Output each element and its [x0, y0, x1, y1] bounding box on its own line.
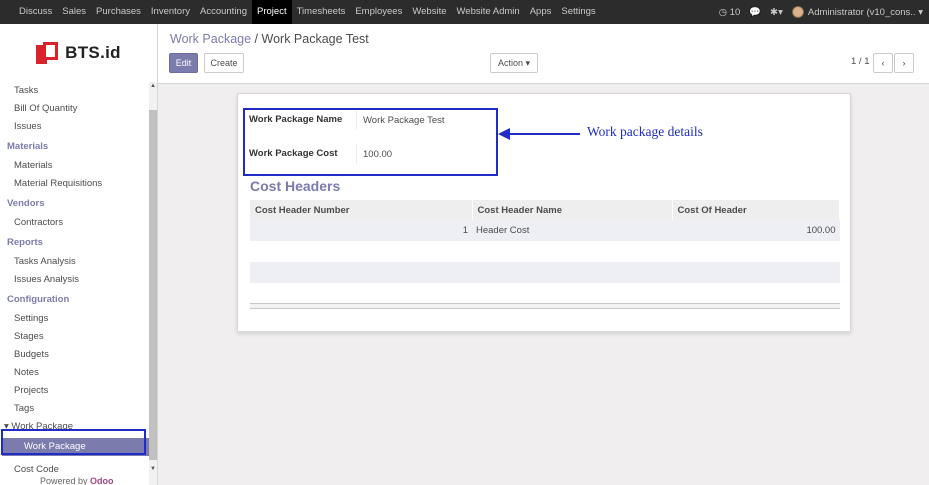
bug-icon[interactable]: ✱▾	[770, 7, 783, 18]
app-menu: Discuss Sales Purchases Inventory Accounting…	[0, 0, 601, 24]
table-row-empty	[250, 262, 840, 283]
powered-by-label: Powered by	[40, 476, 88, 485]
menu-item-apps[interactable]: Apps	[525, 0, 557, 24]
avatar	[791, 6, 804, 18]
caret-down-icon: ▾	[918, 6, 923, 18]
sidebar-item-tasks[interactable]: Tasks	[0, 82, 150, 100]
systray: ◷ 10 💬 ✱▾ Administrator (v10_cons.. ▾	[710, 0, 929, 24]
sidebar-item-tasks-analysis[interactable]: Tasks Analysis	[0, 253, 150, 271]
logo-text: BTS.id	[65, 43, 121, 62]
annotation-highlight-fields	[243, 108, 498, 176]
menu-item-timesheets[interactable]: Timesheets	[292, 0, 351, 24]
cost-of-header-cell: 100.00	[672, 220, 840, 241]
table-footer	[250, 303, 840, 309]
menu-item-website[interactable]: Website	[407, 0, 451, 24]
column-header-cost[interactable]: Cost Of Header	[672, 200, 840, 220]
scroll-down-icon[interactable]: ▼	[149, 465, 157, 473]
menu-item-website-admin[interactable]: Website Admin	[452, 0, 525, 24]
sidebar-header-vendors: Vendors	[7, 198, 45, 209]
sidebar: BTS.id Tasks Bill Of Quantity Issues Materi…	[0, 24, 158, 485]
breadcrumb-current: Work Package Test	[261, 32, 369, 46]
message-count: 10	[729, 6, 741, 18]
menu-item-inventory[interactable]: Inventory	[146, 0, 195, 24]
sidebar-nav: Tasks Bill Of Quantity Issues Materials Mate…	[0, 82, 150, 479]
user-name: Administrator (v10_cons..	[807, 6, 916, 18]
action-label: Action	[497, 58, 523, 68]
sidebar-scrollbar-thumb[interactable]	[149, 110, 157, 460]
clock-icon: ◷	[718, 6, 728, 18]
sidebar-item-material-requisitions[interactable]: Material Requisitions	[0, 175, 150, 193]
pager-previous-button[interactable]: ‹	[873, 53, 893, 73]
sidebar-item-notes[interactable]: Notes	[0, 364, 150, 382]
sidebar-item-projects[interactable]: Projects	[0, 382, 150, 400]
user-menu[interactable]: Administrator (v10_cons.. ▾	[791, 6, 923, 18]
sidebar-item-bill-of-quantity[interactable]: Bill Of Quantity	[0, 100, 150, 118]
breadcrumb: Work Package / Work Package Test	[170, 32, 369, 46]
sidebar-item-settings[interactable]: Settings	[0, 310, 150, 328]
chat-icon[interactable]: 💬	[749, 7, 761, 18]
menu-item-purchases[interactable]: Purchases	[91, 0, 146, 24]
table-row-empty	[250, 241, 840, 262]
menu-item-discuss[interactable]: Discuss	[14, 0, 57, 24]
sidebar-header-reports: Reports	[7, 237, 43, 248]
menu-item-sales[interactable]: Sales	[57, 0, 91, 24]
cost-headers-title: Cost Headers	[250, 178, 341, 194]
powered-by: Powered by Odoo	[40, 476, 114, 485]
menu-item-settings[interactable]: Settings	[556, 0, 600, 24]
column-header-name[interactable]: Cost Header Name	[472, 200, 673, 220]
cost-headers-table: Cost Header Number Cost Header Name Cost…	[250, 200, 840, 283]
sidebar-item-issues[interactable]: Issues	[0, 118, 150, 136]
menu-item-project[interactable]: Project	[252, 0, 292, 24]
annotation-highlight-menu	[1, 429, 146, 455]
create-button[interactable]: Create	[204, 53, 244, 73]
annotation-arrow-icon	[498, 128, 580, 140]
sidebar-header-materials: Materials	[7, 141, 49, 152]
chevron-left-icon: ‹	[881, 58, 885, 68]
action-dropdown[interactable]: Action ▾	[490, 53, 538, 73]
table-header-row: Cost Header Number Cost Header Name Cost…	[250, 200, 840, 220]
scroll-up-icon[interactable]: ▲	[149, 82, 157, 90]
activity-indicator[interactable]: ◷ 10	[719, 7, 741, 18]
sidebar-item-stages[interactable]: Stages	[0, 328, 150, 346]
sidebar-item-tags[interactable]: Tags	[0, 400, 150, 418]
sidebar-item-issues-analysis[interactable]: Issues Analysis	[0, 271, 150, 289]
top-navbar: Discuss Sales Purchases Inventory Accounting…	[0, 0, 929, 24]
sidebar-item-materials[interactable]: Materials	[0, 157, 150, 175]
caret-down-icon: ▾	[525, 57, 531, 68]
column-header-number[interactable]: Cost Header Number	[250, 200, 473, 220]
pager-next-button[interactable]: ›	[894, 53, 914, 73]
chevron-right-icon: ›	[902, 58, 906, 68]
sidebar-item-contractors[interactable]: Contractors	[0, 214, 150, 232]
sidebar-item-budgets[interactable]: Budgets	[0, 346, 150, 364]
annotation-label: Work package details	[587, 124, 703, 139]
cost-header-number-cell: 1	[250, 220, 472, 241]
breadcrumb-separator: /	[254, 32, 259, 46]
company-logo[interactable]: BTS.id	[0, 24, 157, 82]
edit-button[interactable]: Edit	[169, 53, 198, 73]
cost-header-name-cell: Header Cost	[472, 220, 672, 241]
logo-mark-icon	[36, 42, 60, 64]
menu-item-employees[interactable]: Employees	[350, 0, 407, 24]
odoo-link[interactable]: Odoo	[90, 476, 114, 485]
sidebar-header-configuration: Configuration	[7, 294, 70, 305]
breadcrumb-parent[interactable]: Work Package	[170, 32, 251, 46]
control-panel: Work Package / Work Package Test Edit Cr…	[158, 24, 929, 84]
menu-item-accounting[interactable]: Accounting	[195, 0, 252, 24]
table-row[interactable]: 1 Header Cost 100.00	[250, 220, 840, 241]
pager-value[interactable]: 1 / 1	[851, 56, 870, 67]
